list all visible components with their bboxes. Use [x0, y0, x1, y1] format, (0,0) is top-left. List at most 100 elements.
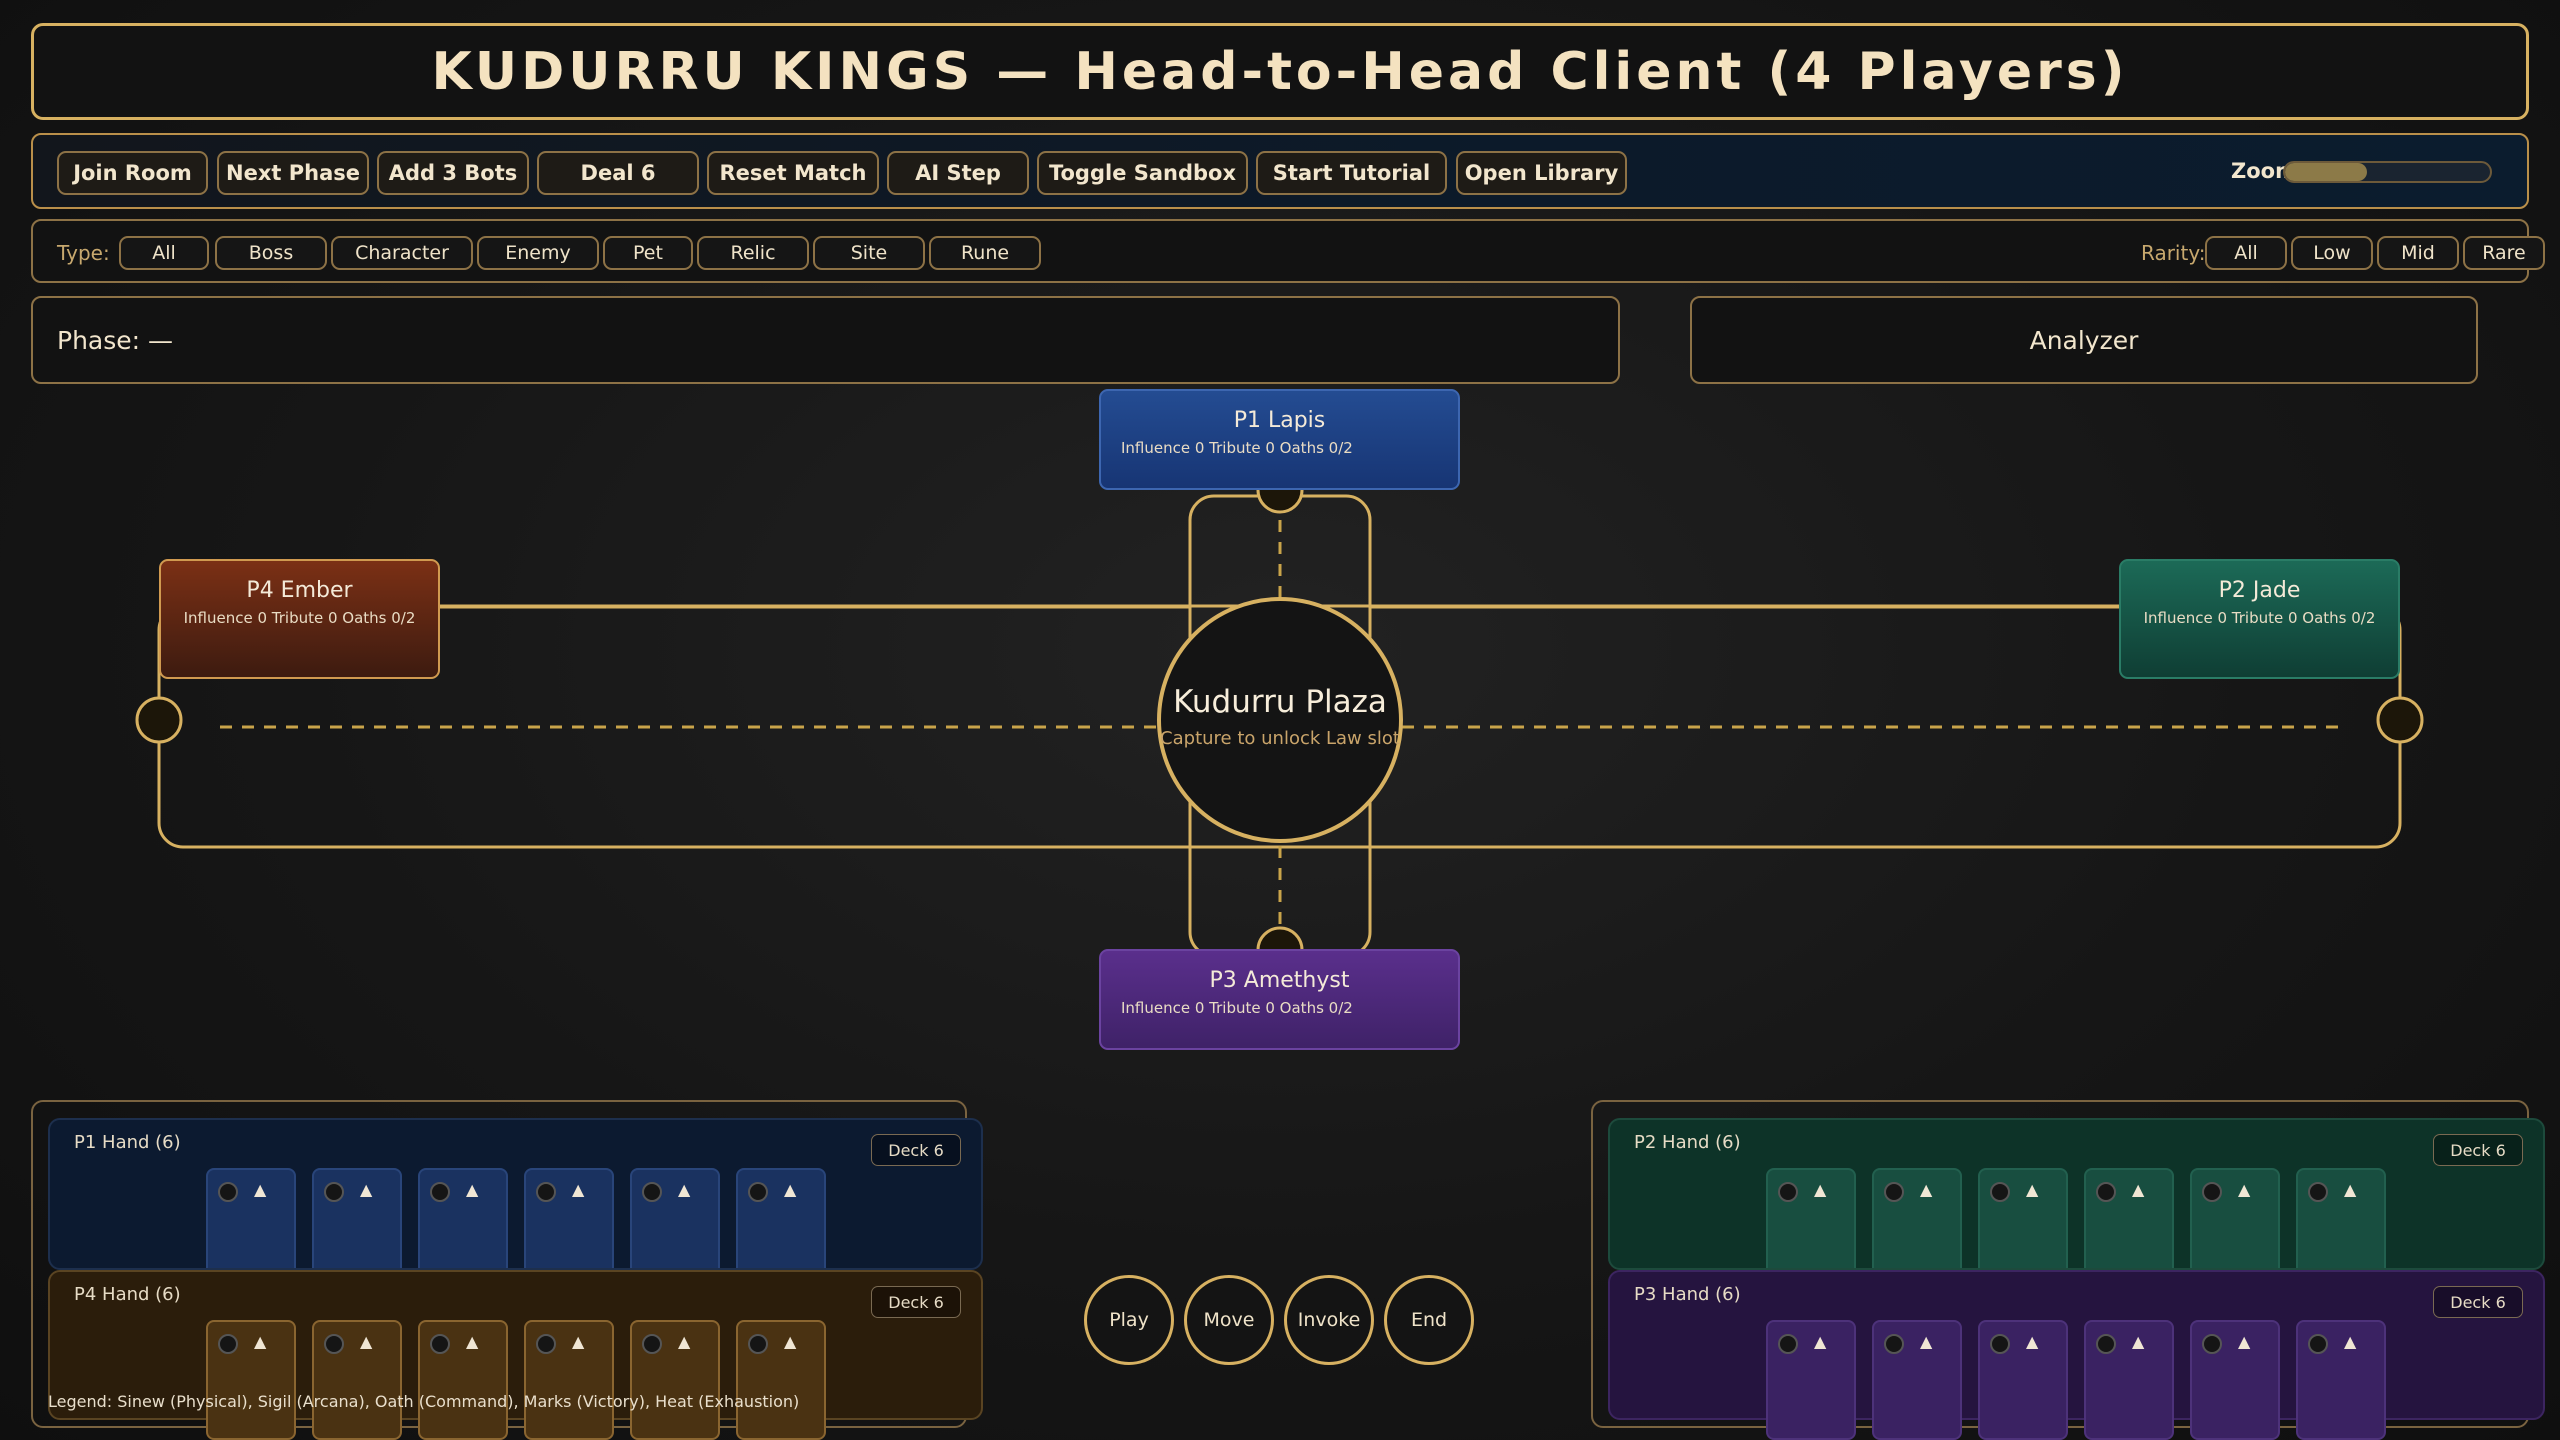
plaza-subtitle: Capture to unlock Law slot [1160, 728, 1400, 749]
hand-card[interactable]: ▲ [1978, 1168, 2068, 1268]
gem-icon [2096, 1182, 2116, 1202]
hand-label: P4 Hand (6) [74, 1284, 181, 1305]
gem-icon [324, 1182, 344, 1202]
gem-icon [324, 1334, 344, 1354]
hand-card[interactable]: ▲ [312, 1320, 402, 1440]
hand-card[interactable]: ▲ [736, 1168, 826, 1268]
hand-card[interactable]: ▲ [312, 1168, 402, 1268]
triangle-icon: ▲ [2344, 1332, 2357, 1351]
player-card-p4[interactable]: P4 Ember Influence 0 Tribute 0 Oaths 0/2 [159, 559, 440, 679]
gem-icon [1884, 1182, 1904, 1202]
triangle-icon: ▲ [784, 1332, 797, 1351]
hand-card[interactable]: ▲ [206, 1320, 296, 1440]
play-button[interactable]: Play [1084, 1275, 1174, 1365]
hand-card[interactable]: ▲ [2084, 1320, 2174, 1440]
triangle-icon: ▲ [1814, 1180, 1827, 1199]
triangle-icon: ▲ [254, 1180, 267, 1199]
hand-card[interactable]: ▲ [1872, 1320, 1962, 1440]
hand-card[interactable]: ▲ [2190, 1320, 2280, 1440]
deck-counter[interactable]: Deck 6 [871, 1134, 961, 1166]
hand-card[interactable]: ▲ [630, 1168, 720, 1268]
gem-icon [1778, 1182, 1798, 1202]
hand-card[interactable]: ▲ [2296, 1168, 2386, 1268]
legend: Legend: Sinew (Physical), Sigil (Arcana)… [48, 1392, 800, 1411]
gem-icon [1778, 1334, 1798, 1354]
triangle-icon: ▲ [784, 1180, 797, 1199]
triangle-icon: ▲ [2132, 1332, 2145, 1351]
plaza-name: Kudurru Plaza [1173, 684, 1387, 720]
gem-icon [218, 1182, 238, 1202]
hand-card[interactable]: ▲ [418, 1168, 508, 1268]
plaza-label: Kudurru Plaza Capture to unlock Law slot [1110, 684, 1450, 749]
gem-icon [536, 1182, 556, 1202]
player-stats: Influence 0 Tribute 0 Oaths 0/2 [1121, 999, 1353, 1017]
invoke-button[interactable]: Invoke [1284, 1275, 1374, 1365]
triangle-icon: ▲ [254, 1332, 267, 1351]
gem-icon [2202, 1334, 2222, 1354]
node-east [2376, 696, 2424, 744]
triangle-icon: ▲ [678, 1180, 691, 1199]
triangle-icon: ▲ [2026, 1180, 2039, 1199]
triangle-icon: ▲ [572, 1180, 585, 1199]
hand-card[interactable]: ▲ [418, 1320, 508, 1440]
gem-icon [642, 1334, 662, 1354]
hand-card[interactable]: ▲ [1872, 1168, 1962, 1268]
hand-card[interactable]: ▲ [524, 1320, 614, 1440]
triangle-icon: ▲ [1814, 1332, 1827, 1351]
gem-icon [748, 1334, 768, 1354]
hand-card[interactable]: ▲ [1766, 1168, 1856, 1268]
player-stats: Influence 0 Tribute 0 Oaths 0/2 [1121, 439, 1353, 457]
deck-counter[interactable]: Deck 6 [2433, 1286, 2523, 1318]
player-name: P3 Amethyst [1209, 968, 1350, 993]
hand-label: P1 Hand (6) [74, 1132, 181, 1153]
gem-icon [218, 1334, 238, 1354]
hand-label: P3 Hand (6) [1634, 1284, 1741, 1305]
deck-counter[interactable]: Deck 6 [2433, 1134, 2523, 1166]
player-name: P2 Jade [2218, 578, 2301, 603]
triangle-icon: ▲ [2132, 1180, 2145, 1199]
gem-icon [642, 1182, 662, 1202]
gem-icon [2096, 1334, 2116, 1354]
gem-icon [1990, 1182, 2010, 1202]
player-card-p1[interactable]: P1 Lapis Influence 0 Tribute 0 Oaths 0/2 [1099, 389, 1460, 490]
hand-card[interactable]: ▲ [524, 1168, 614, 1268]
player-stats: Influence 0 Tribute 0 Oaths 0/2 [2143, 609, 2376, 627]
gem-icon [2308, 1182, 2328, 1202]
player-name: P1 Lapis [1233, 408, 1326, 433]
gem-icon [2202, 1182, 2222, 1202]
gem-icon [1884, 1334, 1904, 1354]
hand-card[interactable]: ▲ [630, 1320, 720, 1440]
triangle-icon: ▲ [678, 1332, 691, 1351]
player-stats: Influence 0 Tribute 0 Oaths 0/2 [183, 609, 416, 627]
hand-card[interactable]: ▲ [2084, 1168, 2174, 1268]
triangle-icon: ▲ [2026, 1332, 2039, 1351]
triangle-icon: ▲ [2344, 1180, 2357, 1199]
triangle-icon: ▲ [2238, 1332, 2251, 1351]
hand-card[interactable]: ▲ [1978, 1320, 2068, 1440]
gem-icon [536, 1334, 556, 1354]
triangle-icon: ▲ [2238, 1180, 2251, 1199]
triangle-icon: ▲ [1920, 1180, 1933, 1199]
gem-icon [748, 1182, 768, 1202]
deck-counter[interactable]: Deck 6 [871, 1286, 961, 1318]
hand-card[interactable]: ▲ [2296, 1320, 2386, 1440]
hand-label: P2 Hand (6) [1634, 1132, 1741, 1153]
node-west [135, 696, 183, 744]
gem-icon [2308, 1334, 2328, 1354]
gem-icon [430, 1334, 450, 1354]
triangle-icon: ▲ [360, 1332, 373, 1351]
triangle-icon: ▲ [360, 1180, 373, 1199]
hand-card[interactable]: ▲ [2190, 1168, 2280, 1268]
hand-card[interactable]: ▲ [1766, 1320, 1856, 1440]
gem-icon [1990, 1334, 2010, 1354]
end-button[interactable]: End [1384, 1275, 1474, 1365]
triangle-icon: ▲ [466, 1180, 479, 1199]
player-card-p3[interactable]: P3 Amethyst Influence 0 Tribute 0 Oaths … [1099, 949, 1460, 1050]
hand-card[interactable]: ▲ [206, 1168, 296, 1268]
move-button[interactable]: Move [1184, 1275, 1274, 1365]
player-card-p2[interactable]: P2 Jade Influence 0 Tribute 0 Oaths 0/2 [2119, 559, 2400, 679]
hand-card[interactable]: ▲ [736, 1320, 826, 1440]
hand-p1: P1 Hand (6) Deck 6 ▲ ▲ ▲ ▲ ▲ ▲ [48, 1118, 983, 1270]
gem-icon [430, 1182, 450, 1202]
hand-p3: P3 Hand (6) Deck 6 ▲ ▲ ▲ ▲ ▲ ▲ [1608, 1270, 2545, 1440]
